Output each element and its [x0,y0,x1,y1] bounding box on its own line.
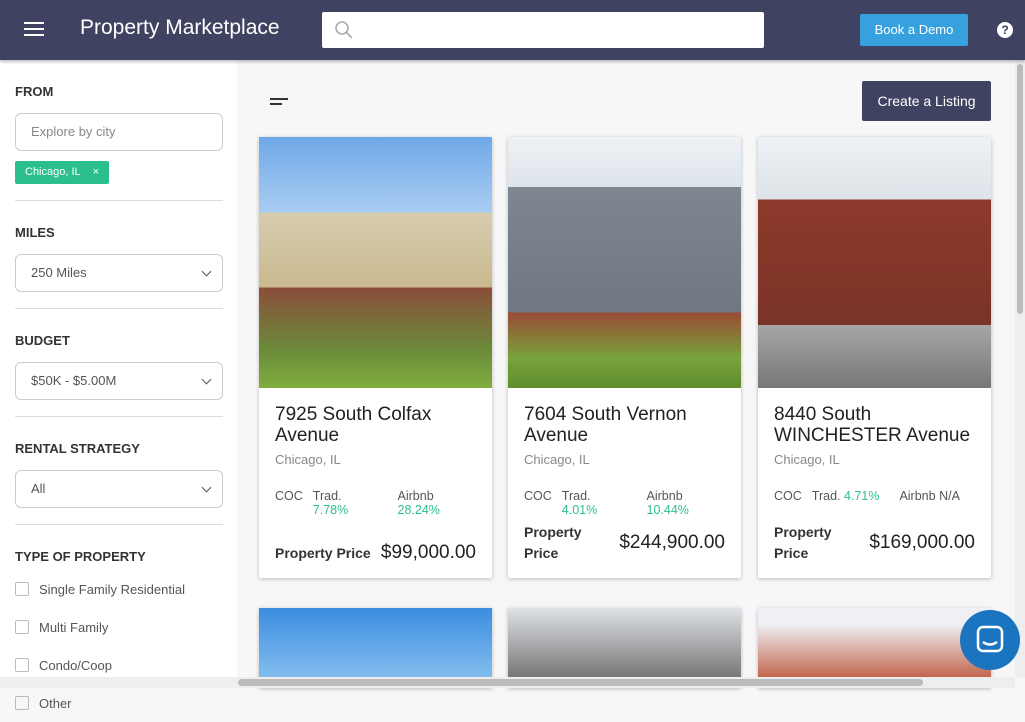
checkbox-single-family[interactable]: Single Family Residential [15,570,222,608]
rental-strategy-select[interactable]: All [15,470,223,508]
airbnb-label: Airbnb [646,489,683,503]
help-icon[interactable]: ? [997,22,1013,38]
checkbox-label: Multi Family [39,619,109,635]
price-row: Property Price $169,000.00 [774,522,975,564]
divider [15,524,223,525]
chip-close-icon[interactable]: × [93,166,99,178]
search-icon [335,21,353,39]
trad-value: 4.01% [561,503,598,517]
listing-card[interactable] [758,608,991,688]
price-row: Property Price $244,900.00 [524,522,725,564]
budget-select[interactable]: $50K - $5.00M [15,362,223,400]
chevron-down-icon [201,482,212,493]
miles-select[interactable]: 250 Miles [15,254,223,292]
price-value: $99,000.00 [380,542,476,563]
trad-label: Trad. [312,489,342,503]
checkbox-label: Single Family Residential [39,581,185,597]
property-type-label: TYPE OF PROPERTY [15,549,146,564]
airbnb-value: N/A [939,489,960,503]
airbnb-label: Airbnb [899,489,936,503]
checkbox-label: Other [39,695,72,711]
listing-address[interactable]: 7925 South Colfax Avenue [275,404,476,446]
price-label: Property Price [524,524,582,561]
checkbox-multi-family[interactable]: Multi Family [15,608,222,646]
airbnb-label: Airbnb [397,489,434,503]
filter-sidebar: FROM Explore by city Chicago, IL × MILES … [0,60,237,711]
budget-label: BUDGET [15,333,70,348]
trad-label: Trad. [561,489,591,503]
sort-icon[interactable] [270,98,288,108]
vertical-scrollbar[interactable] [1015,60,1025,677]
listing-city: Chicago, IL [774,452,840,467]
chevron-down-icon [201,266,212,277]
chevron-down-icon [201,374,212,385]
app-title: Property Marketplace [80,16,280,39]
price-label: Property Price [275,544,371,561]
divider [15,308,223,309]
listing-address[interactable]: 8440 South WINCHESTER Avenue [774,404,975,446]
chat-icon [976,625,1004,653]
property-photo[interactable] [508,137,741,388]
horizontal-scrollbar[interactable] [0,677,1015,688]
coc-label: COC [774,489,802,503]
from-label: FROM [15,84,54,99]
trad-value: 4.71% [843,489,880,503]
listing-address[interactable]: 7604 South Vernon Avenue [524,404,725,446]
coc-row: COC Trad. 7.78% Airbnb 28.24% [275,489,476,517]
coc-label: COC [524,489,552,503]
miles-value: 250 Miles [31,265,87,280]
rental-value: All [31,481,46,496]
airbnb-value: 28.24% [397,503,440,517]
listing-card[interactable] [259,608,492,688]
coc-row: COC Trad. 4.01% Airbnb 10.44% [524,489,725,517]
menu-icon[interactable] [24,22,44,38]
listing-city: Chicago, IL [275,452,341,467]
top-bar: Property Marketplace Book a Demo ? [0,0,1025,60]
price-label: Property Price [774,524,832,561]
rental-strategy-label: RENTAL STRATEGY [15,441,140,456]
create-listing-button[interactable]: Create a Listing [862,81,991,121]
airbnb-value: 10.44% [646,503,689,517]
listing-card[interactable]: 7925 South Colfax Avenue Chicago, IL COC… [259,137,492,578]
coc-row: COC Trad. 4.71% Airbnb N/A [774,489,975,503]
chip-label: Chicago, IL [25,166,81,178]
search-input[interactable] [322,12,764,48]
trad-value: 7.78% [312,503,349,517]
property-photo[interactable] [259,137,492,388]
city-input[interactable]: Explore by city [15,113,223,151]
coc-label: COC [275,489,303,503]
price-value: $169,000.00 [869,532,975,553]
city-chip[interactable]: Chicago, IL × [15,161,110,184]
listing-card[interactable]: 7604 South Vernon Avenue Chicago, IL COC… [508,137,741,578]
checkbox-label: Condo/Coop [39,657,112,673]
budget-value: $50K - $5.00M [31,373,117,388]
price-value: $244,900.00 [619,532,725,553]
price-row: Property Price $99,000.00 [275,542,476,564]
book-demo-button[interactable]: Book a Demo [860,14,968,46]
property-photo[interactable] [758,137,991,388]
listing-city: Chicago, IL [524,452,590,467]
divider [15,416,223,417]
listing-card[interactable]: 8440 South WINCHESTER Avenue Chicago, IL… [758,137,991,578]
divider [15,200,223,201]
chat-button[interactable] [960,610,1020,670]
checkbox-other[interactable]: Other [15,684,222,722]
miles-label: MILES [15,225,55,240]
listing-card[interactable] [508,608,741,688]
trad-label: Trad. [811,489,841,503]
